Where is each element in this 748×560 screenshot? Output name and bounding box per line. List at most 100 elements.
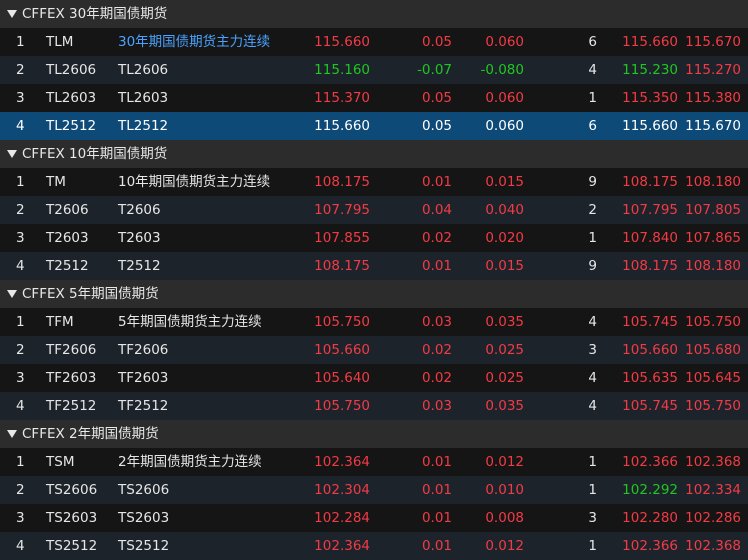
last-price: 105.750 xyxy=(314,314,370,330)
row-index: 1 xyxy=(16,314,25,330)
collapse-triangle-icon[interactable] xyxy=(7,150,17,158)
ask-price: 105.750 xyxy=(685,398,741,414)
price-change: 0.03 xyxy=(421,314,452,330)
change-percent: 0.015 xyxy=(485,258,524,274)
table-row[interactable]: 3 T2603 T2603 107.855 0.02 0.020 1 107.840 107.8… xyxy=(0,224,748,252)
row-index: 1 xyxy=(16,174,25,190)
group-header-t[interactable]: CFFEX 10年期国债期货 xyxy=(0,140,748,168)
ask-price: 107.805 xyxy=(685,202,741,218)
volume: 1 xyxy=(588,230,597,246)
row-index: 2 xyxy=(16,62,25,78)
row-index: 4 xyxy=(16,398,25,414)
contract-code: TS2512 xyxy=(46,538,98,554)
group-header-ts[interactable]: CFFEX 2年期国债期货 xyxy=(0,420,748,448)
contract-name: T2603 xyxy=(118,230,161,246)
contract-code: TF2603 xyxy=(46,370,97,386)
volume: 1 xyxy=(588,90,597,106)
change-percent: 0.008 xyxy=(485,510,524,526)
contract-code: TLM xyxy=(46,34,74,50)
collapse-triangle-icon[interactable] xyxy=(7,290,17,298)
last-price: 105.660 xyxy=(314,342,370,358)
contract-code: TL2512 xyxy=(46,118,97,134)
price-change: 0.01 xyxy=(421,510,452,526)
volume: 4 xyxy=(588,314,597,330)
table-row[interactable]: 4 TF2512 TF2512 105.750 0.03 0.035 4 105.745 105… xyxy=(0,392,748,420)
group-header-tf[interactable]: CFFEX 5年期国债期货 xyxy=(0,280,748,308)
table-row[interactable]: 4 TS2512 TS2512 102.364 0.01 0.012 1 102.366 102… xyxy=(0,532,748,560)
table-row[interactable]: 4 TL2512 TL2512 115.660 0.05 0.060 6 115.660 115… xyxy=(0,112,748,140)
bid-price: 108.175 xyxy=(622,174,678,190)
row-index: 3 xyxy=(16,90,25,106)
change-percent: 0.020 xyxy=(485,230,524,246)
volume: 4 xyxy=(588,62,597,78)
table-row[interactable]: 4 T2512 T2512 108.175 0.01 0.015 9 108.175 108.1… xyxy=(0,252,748,280)
price-change: 0.02 xyxy=(421,370,452,386)
contract-name: 30年期国债期货主力连续 xyxy=(118,34,271,50)
contract-name: TL2512 xyxy=(118,118,169,134)
price-change: 0.05 xyxy=(421,90,452,106)
table-row[interactable]: 2 T2606 T2606 107.795 0.04 0.040 2 107.795 107.8… xyxy=(0,196,748,224)
row-index: 2 xyxy=(16,482,25,498)
last-price: 102.284 xyxy=(314,510,370,526)
contract-code: TF2512 xyxy=(46,398,97,414)
row-index: 3 xyxy=(16,510,25,526)
table-row[interactable]: 2 TL2606 TL2606 115.160 -0.07 -0.080 4 115.230 1… xyxy=(0,56,748,84)
contract-name: 10年期国债期货主力连续 xyxy=(118,174,271,190)
price-change: 0.01 xyxy=(421,454,452,470)
quote-table: CFFEX 30年期国债期货 1 TLM 30年期国债期货主力连续 115.660 0.… xyxy=(0,0,748,560)
collapse-triangle-icon[interactable] xyxy=(7,10,17,18)
contract-name: 2年期国债期货主力连续 xyxy=(118,454,262,470)
bid-price: 102.280 xyxy=(622,510,678,526)
ask-price: 102.334 xyxy=(685,482,741,498)
price-change: 0.01 xyxy=(421,538,452,554)
table-row[interactable]: 3 TF2603 TF2603 105.640 0.02 0.025 4 105.635 105… xyxy=(0,364,748,392)
price-change: 0.05 xyxy=(421,118,452,134)
contract-code: T2512 xyxy=(46,258,89,274)
table-row[interactable]: 1 TSM 2年期国债期货主力连续 102.364 0.01 0.012 1 102.366 1… xyxy=(0,448,748,476)
bid-price: 102.366 xyxy=(622,454,678,470)
contract-name: TF2603 xyxy=(118,370,169,386)
last-price: 105.640 xyxy=(314,370,370,386)
bid-price: 115.350 xyxy=(622,90,678,106)
row-index: 2 xyxy=(16,342,25,358)
row-index: 3 xyxy=(16,230,25,246)
row-index: 2 xyxy=(16,202,25,218)
volume: 1 xyxy=(588,454,597,470)
contract-name: TS2606 xyxy=(118,482,170,498)
collapse-triangle-icon[interactable] xyxy=(7,430,17,438)
contract-name: TS2603 xyxy=(118,510,170,526)
table-row[interactable]: 1 TLM 30年期国债期货主力连续 115.660 0.05 0.060 6 115.660… xyxy=(0,28,748,56)
price-change: 0.04 xyxy=(421,202,452,218)
group-header-tl[interactable]: CFFEX 30年期国债期货 xyxy=(0,0,748,28)
change-percent: 0.025 xyxy=(485,342,524,358)
bid-price: 108.175 xyxy=(622,258,678,274)
table-row[interactable]: 1 TFM 5年期国债期货主力连续 105.750 0.03 0.035 4 105.745 1… xyxy=(0,308,748,336)
ask-price: 115.670 xyxy=(685,34,741,50)
last-price: 108.175 xyxy=(314,174,370,190)
table-row[interactable]: 3 TS2603 TS2603 102.284 0.01 0.008 3 102.280 102… xyxy=(0,504,748,532)
bid-price: 115.660 xyxy=(622,118,678,134)
price-change: -0.07 xyxy=(417,62,452,78)
price-change: 0.01 xyxy=(421,258,452,274)
table-row[interactable]: 1 TM 10年期国债期货主力连续 108.175 0.01 0.015 9 108.175 1… xyxy=(0,168,748,196)
volume: 4 xyxy=(588,370,597,386)
row-index: 4 xyxy=(16,258,25,274)
change-percent: 0.012 xyxy=(485,538,524,554)
ask-price: 115.670 xyxy=(685,118,741,134)
ask-price: 108.180 xyxy=(685,174,741,190)
ask-price: 115.380 xyxy=(685,90,741,106)
last-price: 108.175 xyxy=(314,258,370,274)
volume: 3 xyxy=(588,510,597,526)
table-row[interactable]: 2 TF2606 TF2606 105.660 0.02 0.025 3 105.660 105… xyxy=(0,336,748,364)
contract-code: TS2603 xyxy=(46,510,98,526)
contract-name: TS2512 xyxy=(118,538,170,554)
contract-name: TL2606 xyxy=(118,62,169,78)
last-price: 115.370 xyxy=(314,90,370,106)
table-row[interactable]: 3 TL2603 TL2603 115.370 0.05 0.060 1 115.350 115… xyxy=(0,84,748,112)
bid-price: 102.292 xyxy=(622,482,678,498)
table-row[interactable]: 2 TS2606 TS2606 102.304 0.01 0.010 1 102.292 102… xyxy=(0,476,748,504)
group-title: CFFEX 2年期国债期货 xyxy=(22,426,159,442)
last-price: 107.795 xyxy=(314,202,370,218)
ask-price: 107.865 xyxy=(685,230,741,246)
group-title: CFFEX 5年期国债期货 xyxy=(22,286,159,302)
